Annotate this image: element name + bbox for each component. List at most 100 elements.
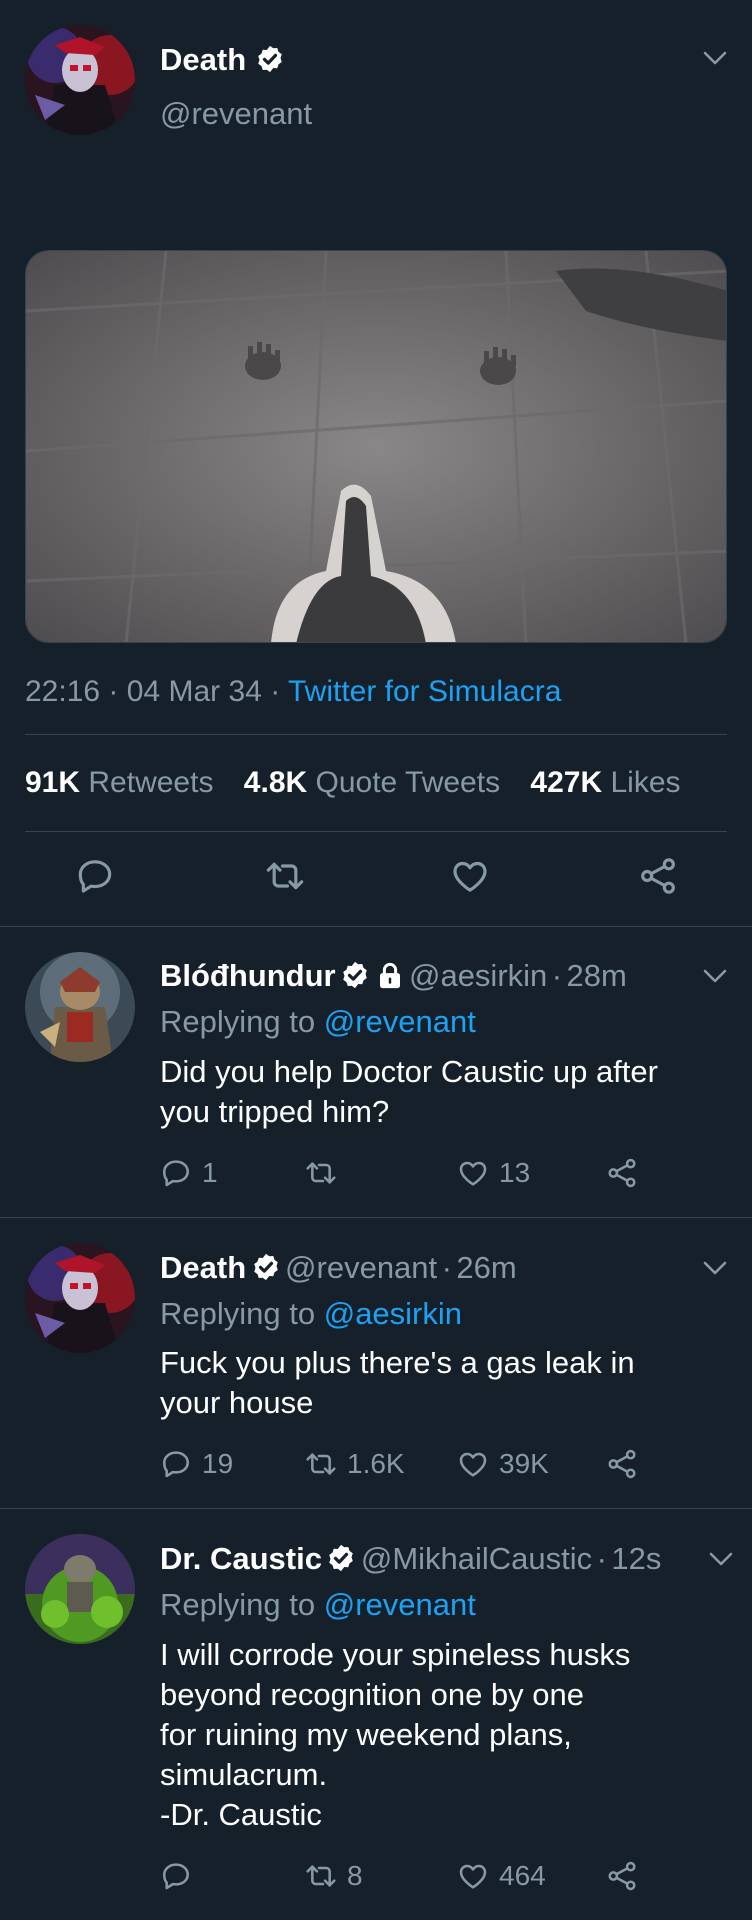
replying-to: Replying to @revenant <box>160 1587 476 1623</box>
lock-icon <box>375 960 405 990</box>
death-avatar[interactable] <box>25 1243 135 1353</box>
author-handle[interactable]: @revenant <box>285 1250 437 1285</box>
retweets-label: Retweets <box>88 766 214 799</box>
verified-badge-icon <box>340 960 370 990</box>
reply-text: Did you help Doctor Caustic up after you… <box>160 1052 658 1132</box>
text-line: beyond recognition one by one <box>160 1677 584 1712</box>
author-handle[interactable]: @revenant <box>160 96 312 132</box>
reply-header: Dr. Caustic @MikhailCaustic · 12s <box>160 1541 661 1577</box>
reply-button[interactable] <box>160 1860 202 1892</box>
quotes-label: Quote Tweets <box>315 766 501 799</box>
share-button[interactable] <box>606 1448 648 1480</box>
quotes-count: 4.8K <box>243 766 308 799</box>
reply-button[interactable] <box>75 856 125 896</box>
text-line: you tripped him? <box>160 1094 390 1129</box>
divider <box>25 734 727 735</box>
death-avatar[interactable] <box>25 25 135 135</box>
reply-count: 1 <box>202 1157 218 1188</box>
tweet-date[interactable]: 04 Mar 34 <box>127 675 262 708</box>
retweet-icon <box>305 1448 337 1480</box>
dr-caustic-avatar[interactable] <box>25 1534 135 1644</box>
verified-badge-icon <box>326 1543 356 1573</box>
like-icon <box>450 856 490 896</box>
like-icon <box>457 1860 489 1892</box>
share-icon <box>606 1448 638 1480</box>
tweet-client-link[interactable]: Twitter for Simulacra <box>288 675 561 708</box>
meta-separator: · <box>108 675 119 708</box>
author-name[interactable]: Dr. Caustic <box>160 1541 322 1576</box>
divider <box>0 1508 752 1509</box>
retweet-button[interactable] <box>305 1157 347 1189</box>
author-handle[interactable]: @aesirkin <box>409 958 547 993</box>
retweet-button[interactable]: 8 <box>305 1860 363 1892</box>
author-name-row: Death <box>160 42 285 78</box>
text-line: I will corrode your spineless husks <box>160 1637 631 1672</box>
share-button[interactable] <box>638 856 688 896</box>
retweets-count: 91K <box>25 766 81 799</box>
chevron-down-icon[interactable] <box>702 968 728 984</box>
blodhundur-avatar[interactable] <box>25 952 135 1062</box>
replying-to-link[interactable]: @aesirkin <box>324 1296 462 1331</box>
like-count: 464 <box>499 1860 546 1891</box>
like-button[interactable]: 13 <box>457 1157 530 1189</box>
reply-text: Fuck you plus there's a gas leak in your… <box>160 1343 635 1423</box>
likes-label: Likes <box>610 766 681 799</box>
share-icon <box>606 1860 638 1892</box>
retweet-button[interactable]: 1.6K <box>305 1448 405 1480</box>
author-name[interactable]: Death <box>160 42 246 77</box>
replying-prefix: Replying to <box>160 1587 316 1622</box>
verified-badge-icon <box>251 1252 281 1282</box>
chevron-down-icon[interactable] <box>708 1551 734 1567</box>
meta-separator: · <box>270 675 281 708</box>
meta-separator: · <box>551 958 563 993</box>
text-line: Did you help Doctor Caustic up after <box>160 1054 658 1089</box>
reply-button[interactable]: 19 <box>160 1448 233 1480</box>
divider <box>0 926 752 927</box>
like-button[interactable]: 39K <box>457 1448 549 1480</box>
share-button[interactable] <box>606 1860 648 1892</box>
like-button[interactable] <box>450 856 500 896</box>
author-name[interactable]: Blóđhundur <box>160 958 336 993</box>
replying-to: Replying to @revenant <box>160 1004 476 1040</box>
replying-to-link[interactable]: @revenant <box>324 1587 476 1622</box>
replying-to-link[interactable]: @revenant <box>324 1004 476 1039</box>
meta-separator: · <box>441 1250 452 1285</box>
text-line: -Dr. Caustic <box>160 1797 322 1832</box>
likes-stat[interactable]: 427K Likes <box>530 766 680 799</box>
retweets-stat[interactable]: 91K Retweets <box>25 766 213 799</box>
like-button[interactable]: 464 <box>457 1860 546 1892</box>
reply-icon <box>160 1157 192 1189</box>
replying-prefix: Replying to <box>160 1004 316 1039</box>
text-line: simulacrum. <box>160 1757 328 1792</box>
author-name[interactable]: Death <box>160 1250 246 1285</box>
reply-icon <box>160 1448 192 1480</box>
retweet-count: 8 <box>347 1860 363 1891</box>
text-line: for ruining my weekend plans, <box>160 1717 572 1752</box>
retweet-count: 1.6K <box>347 1448 405 1479</box>
author-handle[interactable]: @MikhailCaustic <box>361 1541 592 1576</box>
reply-text: I will corrode your spineless husks beyo… <box>160 1635 630 1835</box>
like-count: 13 <box>499 1157 531 1188</box>
text-line: Fuck you plus there's a gas leak in <box>160 1345 635 1380</box>
quotes-stat[interactable]: 4.8K Quote Tweets <box>244 766 500 799</box>
chevron-down-icon[interactable] <box>702 50 728 66</box>
reply-count: 19 <box>202 1448 234 1479</box>
reply-header: Blóđhundur @aesirkin · 28m <box>160 958 627 994</box>
chevron-down-icon[interactable] <box>702 1260 728 1276</box>
divider <box>25 831 727 832</box>
share-button[interactable] <box>606 1157 648 1189</box>
tweet-meta: 22:16 · 04 Mar 34 · Twitter for Simulacr… <box>25 675 561 709</box>
share-icon <box>606 1157 638 1189</box>
reply-button[interactable]: 1 <box>160 1157 218 1189</box>
text-line: your house <box>160 1385 314 1420</box>
retweet-button[interactable] <box>265 856 315 896</box>
like-icon <box>457 1157 489 1189</box>
reply-time[interactable]: 26m <box>456 1250 516 1285</box>
replying-to: Replying to @aesirkin <box>160 1296 462 1332</box>
reply-icon <box>160 1860 192 1892</box>
tweet-image[interactable] <box>25 250 727 643</box>
tweet-time[interactable]: 22:16 <box>25 675 100 708</box>
reply-time[interactable]: 12s <box>611 1541 661 1576</box>
like-count: 39K <box>499 1448 549 1479</box>
reply-time[interactable]: 28m <box>567 958 627 993</box>
